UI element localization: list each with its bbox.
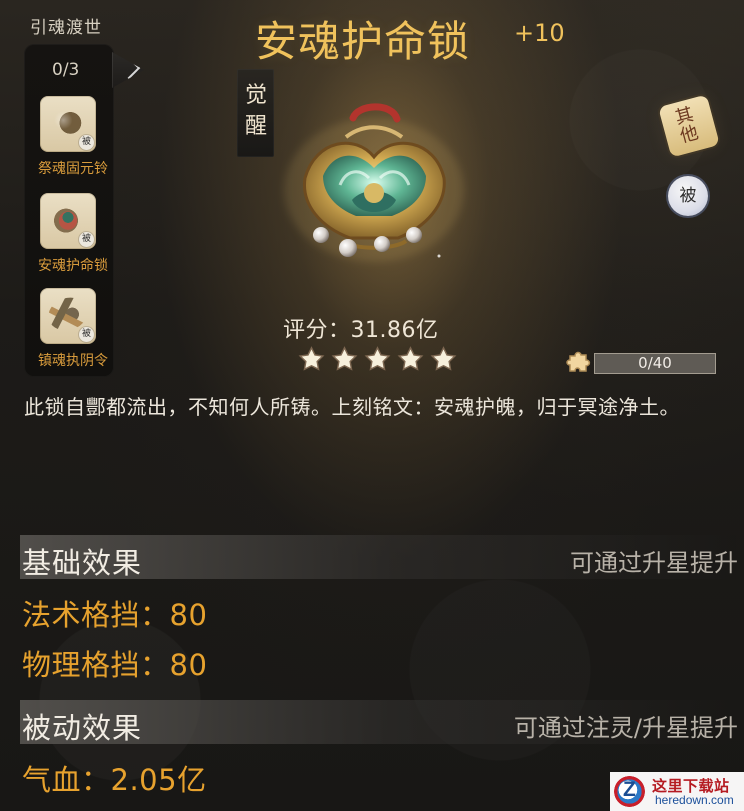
fragment-progress-text: 0/40: [638, 354, 672, 372]
linked-item-label: 安魂护命锁: [38, 258, 108, 274]
fragment-progress-bar: 0/40: [594, 353, 716, 374]
star-icon: [364, 346, 391, 371]
passive-skill-button[interactable]: 被: [668, 176, 708, 216]
item-detail-screen: 引魂渡世 0/3 被 祭魂固元铃 被 安魂护命锁 被 镇魂执阴令 安魂护命锁 +…: [0, 0, 744, 811]
fragment-icon: [566, 351, 591, 372]
star-icon: [331, 346, 358, 371]
passive-badge: 被: [79, 232, 94, 247]
item-title: 安魂护命锁: [255, 17, 471, 66]
passive-effect-section: 被动效果 可通过注灵/升星提升: [20, 700, 738, 745]
base-stat-1: 法术格挡：80: [22, 598, 208, 632]
star-icon: [430, 346, 457, 371]
linked-item-icon: 被: [40, 96, 96, 152]
base-effect-section: 基础效果 可通过升星提升: [20, 535, 738, 580]
base-stat-2: 物理格挡：80: [22, 648, 208, 682]
linked-item-icon: 被: [40, 288, 96, 344]
linked-item-2[interactable]: 被 安魂护命锁: [38, 193, 108, 275]
passive-effect-title: 被动效果: [22, 711, 143, 745]
linked-item-icon: 被: [40, 193, 96, 249]
site-logo-icon: Z: [614, 776, 645, 807]
lock-icon: [48, 203, 88, 235]
passive-stat-1: 气血：2.05亿: [22, 763, 207, 797]
chevron-right-icon: [117, 56, 141, 80]
linked-item-label: 镇魂执阴令: [38, 353, 108, 369]
base-effect-hint: 可通过升星提升: [570, 549, 738, 577]
star-icon: [298, 346, 325, 371]
other-button[interactable]: 其他: [658, 94, 720, 158]
score-text: 评分：31.86亿: [283, 318, 439, 343]
linked-item-label: 祭魂固元铃: [38, 161, 108, 177]
item-description: 此锁自酆都流出，不知何人所铸。上刻铭文：安魂护魄，归于冥途净土。: [24, 395, 680, 419]
base-effect-title: 基础效果: [22, 546, 143, 580]
set-title: 引魂渡世: [30, 18, 102, 38]
site-name-en: heredown.com: [655, 793, 734, 807]
item-illustration: [284, 103, 464, 262]
linked-item-3[interactable]: 被 镇魂执阴令: [38, 288, 108, 370]
star-icon: [397, 346, 424, 371]
star-rating: [297, 345, 458, 374]
passive-badge: 被: [79, 327, 94, 342]
other-label: 其他: [672, 103, 701, 148]
site-watermark: Z 这里下载站 heredown.com: [610, 772, 744, 811]
awaken-label: 觉醒: [245, 83, 268, 139]
site-logo-text: Z: [623, 778, 636, 801]
item-level: +10: [514, 19, 565, 47]
linked-items-panel: 0/3 被 祭魂固元铃 被 安魂护命锁 被 镇魂执阴令: [24, 44, 114, 377]
passive-effect-hint: 可通过注灵/升星提升: [513, 714, 738, 742]
slot-count: 0/3: [52, 60, 80, 80]
linked-item-1[interactable]: 被 祭魂固元铃: [38, 96, 108, 178]
passive-badge: 被: [79, 135, 94, 150]
collapse-panel-button[interactable]: [112, 52, 144, 88]
